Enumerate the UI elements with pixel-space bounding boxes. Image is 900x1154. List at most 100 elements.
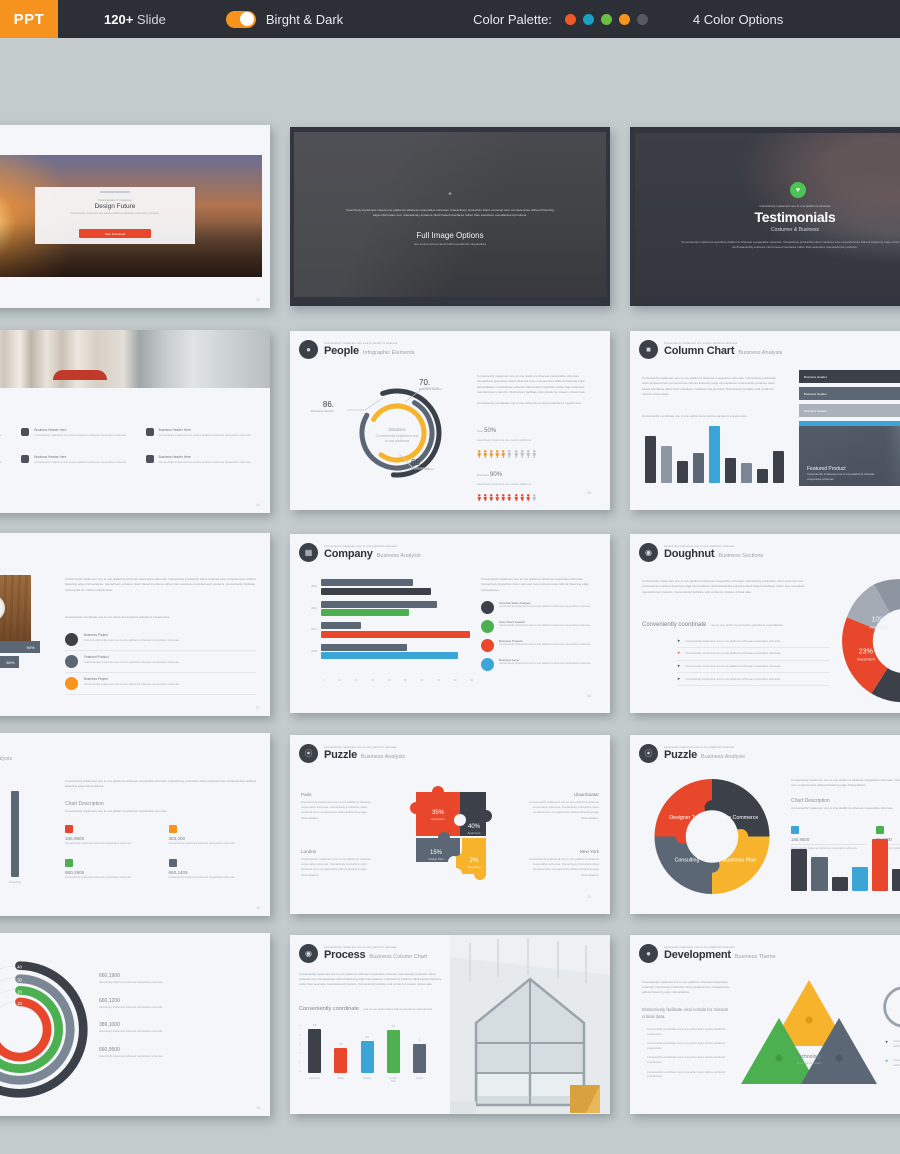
slide-puzzle-circle[interactable]: ⦿ Assertively implement one to one platf…: [630, 735, 900, 914]
development-body: Conveniently implement one to one platfo…: [642, 980, 730, 995]
slide-cascada[interactable]: Conveniently implement one source platfo…: [0, 330, 270, 513]
svg-text:Consulting: Consulting: [467, 865, 481, 869]
person-icon-1: [483, 445, 488, 459]
slide-puzzle-square[interactable]: ⦿ Conveniently implement one to one plat…: [290, 735, 610, 914]
puzzle-circle-logo-icon: ⦿: [639, 744, 658, 763]
consulting-chart-desc: Chart Description Conveniently implement…: [65, 801, 256, 814]
slide-testimonials[interactable]: ♥ Interactively implement one to one pla…: [630, 127, 900, 306]
bar-label: 2018: [311, 649, 317, 653]
slide-development[interactable]: ● Assertively implement one to one platf…: [630, 935, 900, 1114]
company-header: ▦ Conveniently implement one to one plat…: [299, 543, 601, 562]
testimonial-badge-icon: ♥: [790, 182, 806, 198]
puzzle-square-title: Puzzle: [324, 749, 358, 762]
feature-label: Business Header Here: [0, 455, 7, 459]
person-icon-1: [483, 489, 488, 501]
feature-text: Business Header HereConveniently impleme…: [0, 455, 7, 466]
hero-kicker: Testimonials of Costumer: [98, 198, 132, 202]
process-bar-0: 4.5: [308, 1024, 321, 1073]
y-tick-1: 4: [299, 1033, 301, 1037]
process-subhead: Conveniently coordinate: [299, 1005, 360, 1012]
rating-desc: Assertively implement one source platfor…: [477, 438, 532, 443]
puzzle-circle-title: Puzzle: [664, 749, 698, 762]
testimonials-sub: Costumer & Business: [770, 227, 820, 233]
stat-value: 383,200: [168, 836, 186, 841]
consulting-body: Conveniently implement one to one platfo…: [65, 779, 256, 789]
stat-value: 185,9900: [65, 836, 85, 841]
column-chart-sub: Business Analysis: [738, 350, 783, 357]
development-bullet-list: › Conveniently coordinate one to one acti…: [642, 1028, 734, 1085]
testimonials-body: Conveniently implement seamless platform…: [681, 240, 900, 250]
svg-text:10: 10: [17, 1001, 22, 1006]
person-icon-3: [495, 445, 500, 459]
rating-head: User 50%: [477, 419, 593, 437]
development-side-bullet-0: ➤ Conveniently implement whereas cooperat…: [885, 1039, 900, 1049]
puzzle-bar-3: [851, 867, 868, 891]
stat-value: 660,1900: [99, 973, 120, 979]
axis-tick-5: 50: [404, 679, 407, 682]
development-side-bullet-1: ➤ Conveniently implement whereas cooperat…: [885, 1059, 900, 1068]
item-label: Featured Product: [84, 655, 109, 659]
bar-front: [321, 652, 459, 659]
people-body2: Conveniently coordinate one to one actio…: [477, 401, 583, 405]
bars: [321, 622, 470, 638]
y-tick-4: 1: [299, 1060, 301, 1064]
stat-body: Assertively implement whereas cooperativ…: [99, 1030, 163, 1034]
process-subhead-row: Conveniently coordinate one to one actio…: [299, 997, 444, 1015]
puzzle-circle-sub: Business Analysis: [701, 754, 746, 761]
svg-text:Designer Team: Designer Team: [669, 815, 705, 821]
gear-icon: [481, 639, 494, 652]
chart-desc-title: Chart Description: [791, 798, 830, 804]
full-image-headline: Full Image Options: [416, 231, 484, 240]
feature-body: Conveniently implement one source platfo…: [34, 434, 127, 437]
slide-business-featured[interactable]: Conveniently implement one source platfo…: [0, 533, 270, 716]
testimonials-kicker: Interactively implement one to one platf…: [759, 204, 831, 208]
room-photo: [0, 330, 270, 388]
progress-value: 80%: [6, 659, 15, 665]
x-tick-0: Facebook: [309, 1076, 320, 1080]
cube-icon: [791, 826, 799, 834]
item-label: Business Project: [84, 633, 108, 637]
doughnut-title: Doughnut: [664, 548, 715, 561]
slide-design-future[interactable]: Testimonials of Costumer Design Future C…: [0, 125, 270, 308]
stat-body: Assertively implement whereas cooperativ…: [99, 1005, 163, 1009]
development-gauge-1: [883, 986, 900, 1028]
slide-column-chart[interactable]: ■ Conveniently implement one source plat…: [630, 331, 900, 510]
globe-icon: [481, 658, 494, 671]
feature-body: Conveniently implement one source platfo…: [0, 460, 3, 464]
process-bars: 4.5 2.6 3.3 4.4 3: [308, 1024, 426, 1073]
x-tick-4: Linked: [415, 1076, 424, 1080]
person-icon-5: [507, 489, 512, 501]
free-download-button[interactable]: Free Download: [79, 229, 151, 238]
bar-label: Consulting: [8, 881, 22, 884]
person-icon-0: [477, 445, 482, 459]
x-tick-1: Twitter: [337, 1076, 345, 1080]
slide-company[interactable]: ▦ Conveniently implement one to one plat…: [290, 534, 610, 713]
column-bar-4: [709, 425, 720, 483]
slide-circular[interactable]: Conveniently implement one to one platfo…: [0, 933, 270, 1116]
cascada-title-row: Cascada Business Theme: [0, 401, 258, 413]
hero-card: Testimonials of Costumer Design Future C…: [35, 187, 195, 244]
slide-doughnut[interactable]: ◉ Assertively implement one to one platf…: [630, 534, 900, 713]
progress-bar-0: 90%: [0, 641, 40, 653]
slide-people[interactable]: ● Conveniently implement one source plat…: [290, 331, 610, 510]
slide-consulting[interactable]: Conveniently implement one to one platfo…: [0, 733, 270, 916]
bar-value: 4.5: [312, 1024, 317, 1028]
slide-full-image-options[interactable]: “ Assertively implement mauris one platf…: [290, 127, 610, 306]
bar-label: 2016: [311, 606, 317, 610]
person-icon-2: [489, 489, 494, 501]
rating-percent: 50%: [484, 428, 497, 435]
axis-tick-9: 90: [470, 679, 473, 682]
slide-process[interactable]: ◉ Conveniently implement one to one plat…: [290, 935, 610, 1114]
corner-name: New York: [579, 849, 599, 854]
person-icon-6: [514, 489, 519, 501]
bullet-text: Conveniently coordinate one to one actio…: [647, 1056, 726, 1064]
axis-tick-7: 70: [437, 679, 440, 682]
column-bar-1: [661, 445, 672, 483]
cascada-feature-2: Business Header Here Conveniently impleme…: [145, 428, 256, 439]
doughnut-header: ◉ Assertively implement one to one platf…: [639, 543, 900, 562]
puzzle-circle-chart-desc: Chart Description Conveniently implement…: [791, 798, 900, 811]
corner-newyork: New York Conveniently implement one to o…: [521, 849, 599, 878]
business-body2: Conveniently coordinate one to one actio…: [65, 615, 171, 619]
puzzle-square-graphic: 35% Computers 40% Apartment 15% Design P…: [410, 786, 492, 880]
item-body: Conveniently implement one to one platfo…: [84, 682, 180, 686]
